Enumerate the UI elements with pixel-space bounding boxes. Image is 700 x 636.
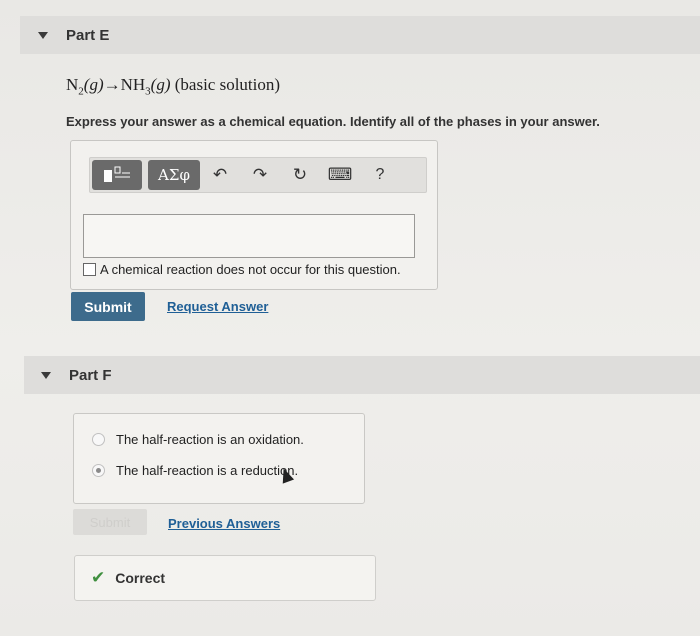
- part-f-header[interactable]: Part F: [24, 356, 700, 394]
- keyboard-icon[interactable]: ⌨: [320, 165, 360, 185]
- no-reaction-option[interactable]: A chemical reaction does not occur for t…: [83, 262, 401, 277]
- part-e-header[interactable]: Part E: [20, 16, 700, 54]
- help-button[interactable]: ?: [360, 166, 400, 184]
- option-reduction-label: The half-reaction is a reduction.: [116, 463, 299, 478]
- checkmark-icon: ✔: [91, 568, 106, 587]
- redo-icon[interactable]: ↷: [240, 165, 280, 185]
- radio-oxidation[interactable]: [92, 433, 105, 446]
- previous-answers-link[interactable]: Previous Answers: [168, 516, 280, 531]
- caret-down-icon[interactable]: [41, 371, 51, 379]
- feedback-text: Correct: [115, 570, 166, 586]
- eq-arrow: →: [103, 75, 121, 94]
- answer-box: ΑΣφ ↶ ↷ ↻ ⌨ ? A chemical reaction does n…: [70, 140, 438, 290]
- submit-button-disabled: Submit: [73, 509, 147, 535]
- eq-phase-1: (g): [83, 75, 104, 94]
- math-toolbar: ΑΣφ ↶ ↷ ↻ ⌨ ?: [89, 157, 427, 193]
- submit-button[interactable]: Submit: [71, 292, 145, 321]
- option-oxidation-label: The half-reaction is an oxidation.: [116, 432, 304, 447]
- feedback-box: ✔ Correct: [74, 555, 376, 601]
- reset-icon[interactable]: ↻: [280, 165, 320, 185]
- part-f-title: Part F: [69, 366, 112, 384]
- half-reaction-options: The half-reaction is an oxidation. The h…: [73, 413, 365, 504]
- eq-note: (basic solution): [170, 75, 281, 94]
- reaction-equation: N2(g)→NH3(g) (basic solution): [66, 75, 280, 97]
- page: Part E N2(g)→NH3(g) (basic solution) Exp…: [0, 0, 700, 636]
- answer-input[interactable]: [83, 214, 415, 258]
- option-oxidation[interactable]: The half-reaction is an oxidation.: [92, 432, 304, 447]
- radio-reduction[interactable]: [92, 464, 105, 477]
- caret-down-icon[interactable]: [38, 31, 48, 39]
- eq-phase-2: (g): [150, 75, 171, 94]
- request-answer-link[interactable]: Request Answer: [167, 299, 268, 314]
- instruction-text: Express your answer as a chemical equati…: [66, 114, 600, 129]
- no-reaction-label: A chemical reaction does not occur for t…: [100, 262, 401, 277]
- eq-n: N: [66, 75, 79, 94]
- greek-symbols-button[interactable]: ΑΣφ: [148, 160, 200, 190]
- eq-nh: NH: [120, 75, 146, 94]
- undo-icon[interactable]: ↶: [200, 165, 240, 185]
- template-icon: [104, 166, 130, 182]
- option-reduction[interactable]: The half-reaction is a reduction.: [92, 463, 298, 478]
- template-button[interactable]: [92, 160, 142, 190]
- part-e-title: Part E: [66, 26, 110, 44]
- no-reaction-checkbox[interactable]: [83, 263, 96, 276]
